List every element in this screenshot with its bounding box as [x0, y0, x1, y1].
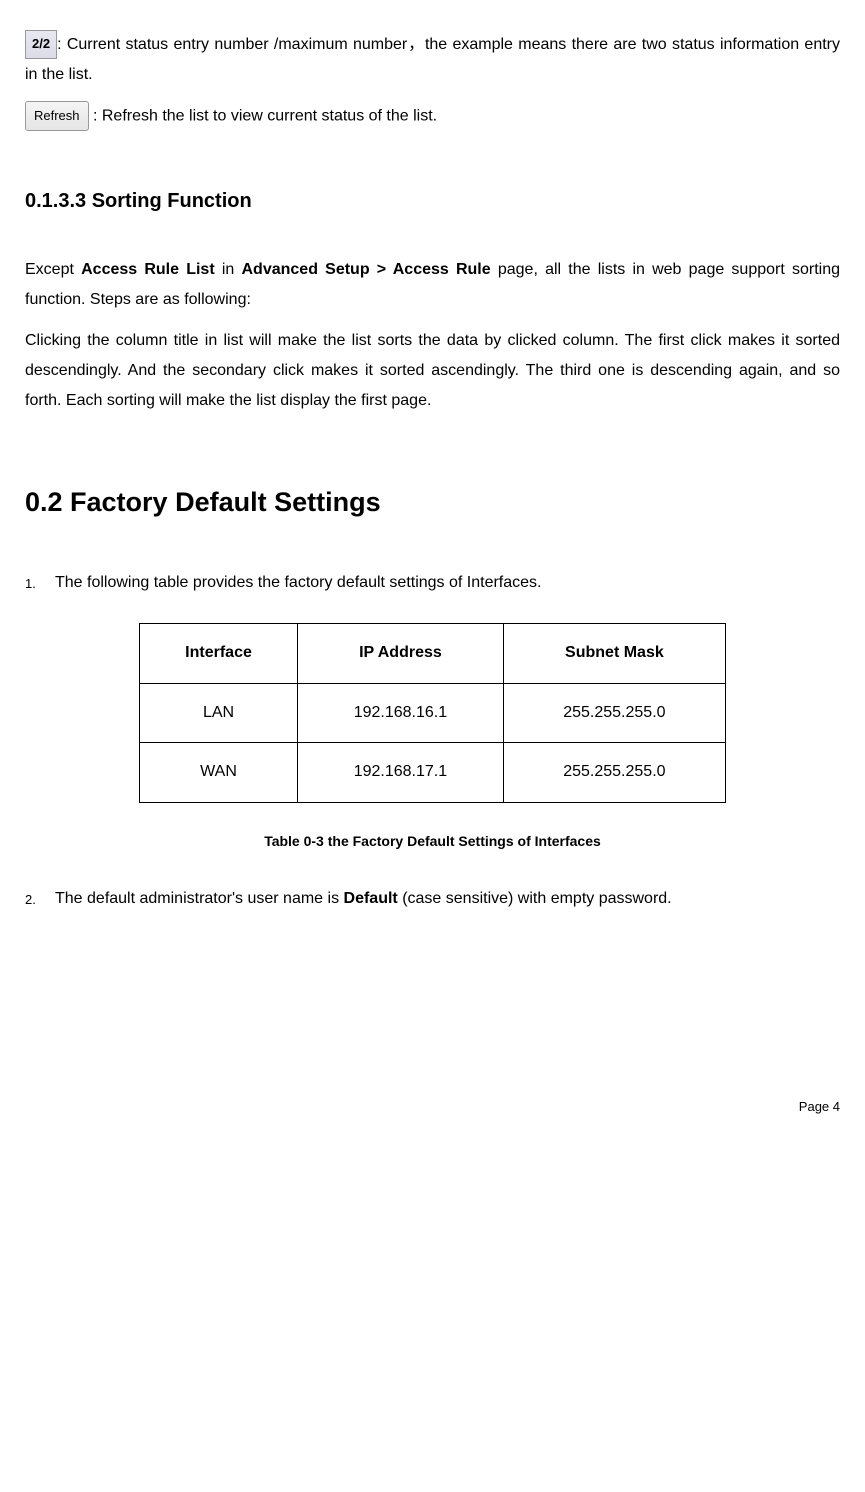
heading-factory-default: 0.2 Factory Default Settings: [25, 477, 840, 528]
text-bold: Default: [344, 890, 398, 907]
factory-defaults-table: Interface IP Address Subnet Mask LAN 192…: [139, 623, 726, 802]
refresh-description: Refresh : Refresh the list to view curre…: [25, 101, 840, 132]
sorting-paragraph-2: Clicking the column title in list will m…: [25, 326, 840, 417]
list-number: 2.: [25, 884, 55, 914]
table-cell: 255.255.255.0: [503, 683, 725, 742]
table-cell: LAN: [140, 683, 298, 742]
table-row: LAN 192.168.16.1 255.255.255.0: [140, 683, 726, 742]
text-bold: Access Rule List: [81, 261, 215, 278]
pager-description: 2/2: Current status entry number /maximu…: [25, 30, 840, 91]
table-header-interface: Interface: [140, 624, 298, 683]
text-fragment: (case sensitive) with empty password.: [398, 890, 672, 907]
list-content: The default administrator's user name is…: [55, 884, 840, 914]
table-cell: 192.168.17.1: [297, 743, 503, 802]
table-row: WAN 192.168.17.1 255.255.255.0: [140, 743, 726, 802]
list-number: 1.: [25, 568, 55, 598]
table-cell: 192.168.16.1: [297, 683, 503, 742]
table-header-ip: IP Address: [297, 624, 503, 683]
text-fragment: The default administrator's user name is: [55, 890, 344, 907]
refresh-description-text: : Refresh the list to view current statu…: [89, 107, 438, 124]
table-cell: 255.255.255.0: [503, 743, 725, 802]
table-header-mask: Subnet Mask: [503, 624, 725, 683]
list-content: The following table provides the factory…: [55, 568, 840, 598]
heading-sorting-function: 0.1.3.3 Sorting Function: [25, 182, 840, 220]
sorting-paragraph-1: Except Access Rule List in Advanced Setu…: [25, 255, 840, 316]
table-cell: WAN: [140, 743, 298, 802]
list-item-2: 2. The default administrator's user name…: [25, 884, 840, 914]
text-fragment: in: [215, 261, 242, 278]
list-item-1: 1. The following table provides the fact…: [25, 568, 840, 598]
table-caption: Table 0-3 the Factory Default Settings o…: [25, 828, 840, 855]
page-number: Page 4: [25, 1095, 840, 1120]
pager-count-icon: 2/2: [25, 30, 57, 59]
text-bold: Advanced Setup > Access Rule: [242, 261, 491, 278]
refresh-button-icon: Refresh: [25, 101, 89, 132]
table-header-row: Interface IP Address Subnet Mask: [140, 624, 726, 683]
text-fragment: Except: [25, 261, 81, 278]
pager-description-text: : Current status entry number /maximum n…: [25, 36, 840, 83]
